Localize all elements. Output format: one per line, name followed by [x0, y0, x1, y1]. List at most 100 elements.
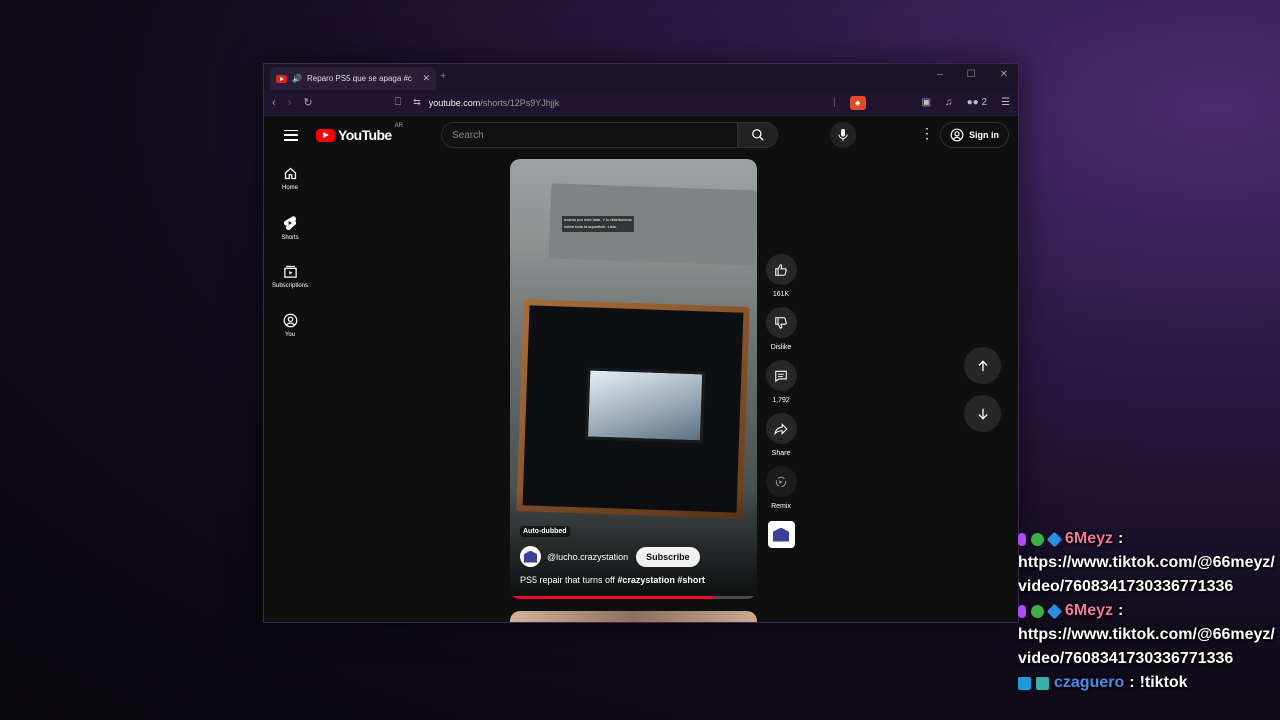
- chat-username: czaguero: [1054, 674, 1125, 691]
- youtube-favicon-icon: [276, 74, 287, 83]
- channel-row: @lucho.crazystation Subscribe: [520, 546, 700, 567]
- new-tab-button[interactable]: +: [440, 70, 446, 82]
- chat-message: czaguero: !tiktok: [1018, 671, 1280, 695]
- logo-text: YouTube: [338, 127, 392, 143]
- remix-icon: [775, 476, 787, 487]
- guide-item-subscriptions[interactable]: Subscriptions: [264, 252, 316, 301]
- short-video-player[interactable]: ncamo por este lado. Y lo distribuimos s…: [510, 159, 757, 599]
- account-icon: [283, 313, 297, 328]
- more-options-icon[interactable]: ⋮: [920, 126, 934, 140]
- short-title-hashtags[interactable]: #crazystation #short: [617, 575, 705, 585]
- auto-dubbed-badge: Auto-dubbed: [520, 526, 570, 537]
- cube-badge-icon: [1046, 531, 1063, 547]
- back-icon[interactable]: ‹: [272, 97, 276, 109]
- video-caption-overlay: ncamo por este lado. Y lo distribuimos s…: [562, 216, 634, 232]
- music-icon[interactable]: ♫: [945, 97, 953, 108]
- microphone-icon: [838, 129, 848, 141]
- comments-action: 1,792: [765, 360, 797, 404]
- next-short-button[interactable]: [964, 395, 1001, 432]
- remix-label: Remix: [771, 503, 791, 510]
- url-host: youtube.com: [428, 97, 481, 108]
- chat-text: https://www.tiktok.com/@66meyz/video/760…: [1018, 626, 1275, 667]
- remix-action: Remix: [765, 466, 797, 510]
- subscribe-button[interactable]: Subscribe: [636, 546, 700, 567]
- dislike-action: Dislike: [765, 307, 797, 351]
- hamburger-menu-icon[interactable]: [284, 129, 298, 141]
- video-progress-bar[interactable]: [510, 596, 757, 599]
- comment-icon: [775, 370, 787, 382]
- sidebar-icon[interactable]: ▣: [922, 97, 931, 108]
- voice-search-button[interactable]: [830, 122, 856, 148]
- like-button[interactable]: [765, 254, 797, 285]
- share-action: Share: [765, 413, 797, 457]
- guide-item-you[interactable]: You: [264, 301, 316, 350]
- brave-shields-icon[interactable]: ◆: [849, 95, 866, 110]
- dislike-button[interactable]: [765, 307, 797, 338]
- guide-label: You: [284, 332, 296, 338]
- search-box: [441, 122, 778, 148]
- cube-badge-icon: [1046, 603, 1063, 619]
- search-icon: [751, 129, 764, 141]
- comment-count: 1,792: [772, 397, 790, 404]
- close-tab-icon[interactable]: ✕: [422, 73, 430, 84]
- comments-button[interactable]: [765, 360, 797, 391]
- arrow-down-icon: [977, 408, 988, 420]
- speaker-icon: 🔊: [292, 74, 302, 83]
- verified-badge-icon: [1031, 532, 1044, 546]
- microphone-badge-icon: [1018, 532, 1026, 546]
- chat-username: 6Meyz: [1065, 602, 1114, 619]
- shorts-icon: [283, 215, 297, 230]
- video-progress-fill: [510, 596, 713, 599]
- sound-thumbnail[interactable]: [767, 521, 795, 548]
- extension-count: 2: [981, 97, 988, 108]
- sub-badge-icon: [1036, 676, 1049, 690]
- sign-in-button[interactable]: Sign in: [940, 122, 1009, 148]
- chat-text: !tiktok: [1139, 674, 1188, 691]
- menu-icon[interactable]: ☰: [1001, 97, 1010, 108]
- bookmark-icon[interactable]: ⎕: [395, 96, 402, 109]
- reload-icon[interactable]: ↻: [303, 96, 312, 109]
- short-title-text: PS5 repair that turns off: [520, 575, 618, 585]
- share-icon: [774, 422, 788, 435]
- channel-name[interactable]: @lucho.crazystation: [547, 552, 628, 562]
- chat-message: 6Meyz: https://www.tiktok.com/@66meyz/vi…: [1018, 527, 1280, 599]
- heatsink-image: [516, 299, 750, 519]
- separator: |: [833, 97, 836, 108]
- verified-badge-icon: [1031, 604, 1044, 618]
- share-label: Share: [771, 450, 791, 457]
- guide-label: Home: [281, 185, 298, 191]
- arrow-up-icon: [977, 359, 988, 371]
- guide-item-shorts[interactable]: Shorts: [264, 203, 316, 252]
- home-icon: [284, 167, 296, 180]
- remix-button[interactable]: [765, 466, 797, 497]
- microphone-badge-icon: [1018, 604, 1026, 618]
- previous-short-button[interactable]: [964, 347, 1001, 384]
- browser-tab[interactable]: 🔊 Reparo PS5 que se apaga #c ✕: [270, 67, 436, 90]
- short-title[interactable]: PS5 repair that turns off #crazystation …: [520, 575, 705, 585]
- guide-label: Shorts: [281, 234, 299, 241]
- prime-badge-icon: [1018, 676, 1031, 690]
- url-field[interactable]: ⇆ youtube.com/shorts/12Ps9YJhjjk: [413, 97, 821, 108]
- search-input[interactable]: [442, 123, 737, 147]
- account-circle-icon: [950, 128, 964, 142]
- browser-window: 🔊 Reparo PS5 que se apaga #c ✕ + – ☐ ✕ ‹…: [263, 63, 1019, 623]
- close-window-icon[interactable]: ✕: [1000, 69, 1008, 80]
- share-button[interactable]: [765, 413, 797, 444]
- tab-title: Reparo PS5 que se apaga #c: [306, 74, 412, 83]
- maximize-icon[interactable]: ☐: [967, 69, 976, 80]
- chat-message: 6Meyz: https://www.tiktok.com/@66meyz/vi…: [1018, 599, 1280, 671]
- youtube-play-icon: [316, 128, 335, 142]
- channel-avatar[interactable]: [520, 546, 541, 567]
- forward-icon[interactable]: ›: [288, 97, 292, 109]
- site-settings-icon[interactable]: ⇆: [413, 97, 421, 108]
- guide-item-home[interactable]: Home: [264, 154, 316, 203]
- search-button[interactable]: [737, 123, 777, 147]
- extensions-icon[interactable]: ●● 2: [967, 97, 987, 108]
- youtube-logo[interactable]: YouTube AR: [316, 123, 403, 143]
- next-short-preview[interactable]: [510, 611, 757, 622]
- guide-sidebar: Home Shorts Subscriptions You: [264, 154, 316, 350]
- chip-die-image: [584, 367, 706, 444]
- minimize-icon[interactable]: –: [937, 69, 943, 80]
- like-action: 161K: [765, 254, 797, 298]
- url-path: /shorts/12Ps9YJhjjk: [480, 97, 560, 108]
